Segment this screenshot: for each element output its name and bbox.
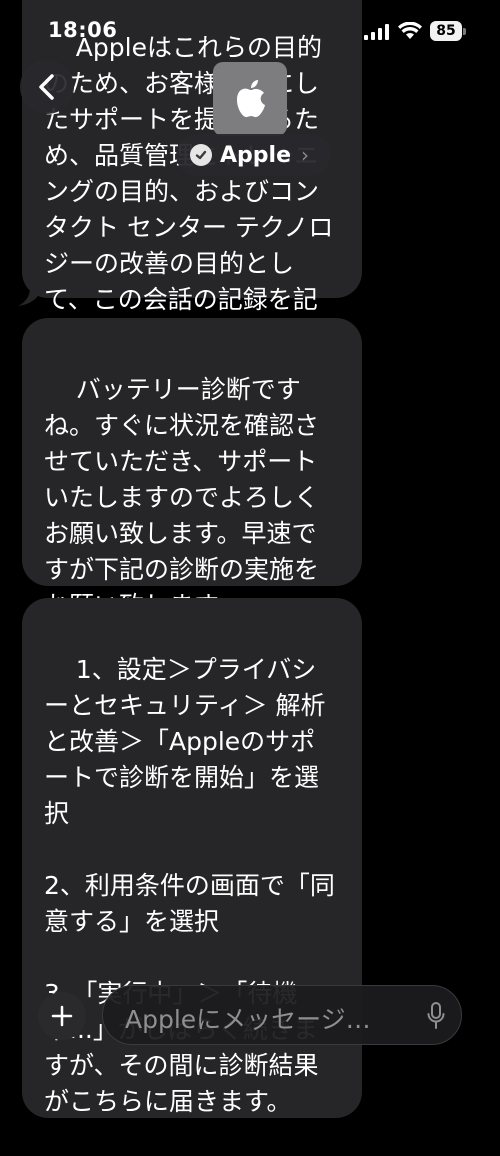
wifi-icon [398,22,422,39]
avatar[interactable] [213,62,287,136]
cellular-signal-icon [364,24,389,40]
status-bar: 18:06 85 [0,0,500,56]
message-input[interactable]: Appleにメッセージ… [102,985,462,1045]
microphone-icon[interactable] [427,1002,445,1030]
status-time: 18:06 [48,18,118,42]
verified-badge-icon [190,144,212,166]
message-input-placeholder: Appleにメッセージ… [125,1005,371,1034]
battery-icon: 85 [430,21,466,41]
chevron-right-icon: › [300,143,309,167]
plus-icon [51,1005,73,1027]
add-attachment-button[interactable] [38,992,86,1040]
contact-name-button[interactable]: Apple › [176,134,331,176]
bubble-tail-icon [18,288,38,306]
apple-logo-icon [237,80,265,118]
contact-name: Apple [220,142,291,168]
back-button[interactable] [20,60,74,114]
message-text: バッテリー診断ですね。すぐに状況を確認させていただき、サポートいたしますのでよろ… [44,375,320,620]
chevron-left-icon [39,74,54,100]
message-bubble-battery-diagnosis: バッテリー診断ですね。すぐに状況を確認させていただき、サポートいたしますのでよろ… [22,318,362,620]
compose-bar: Appleにメッセージ… [0,980,500,1080]
